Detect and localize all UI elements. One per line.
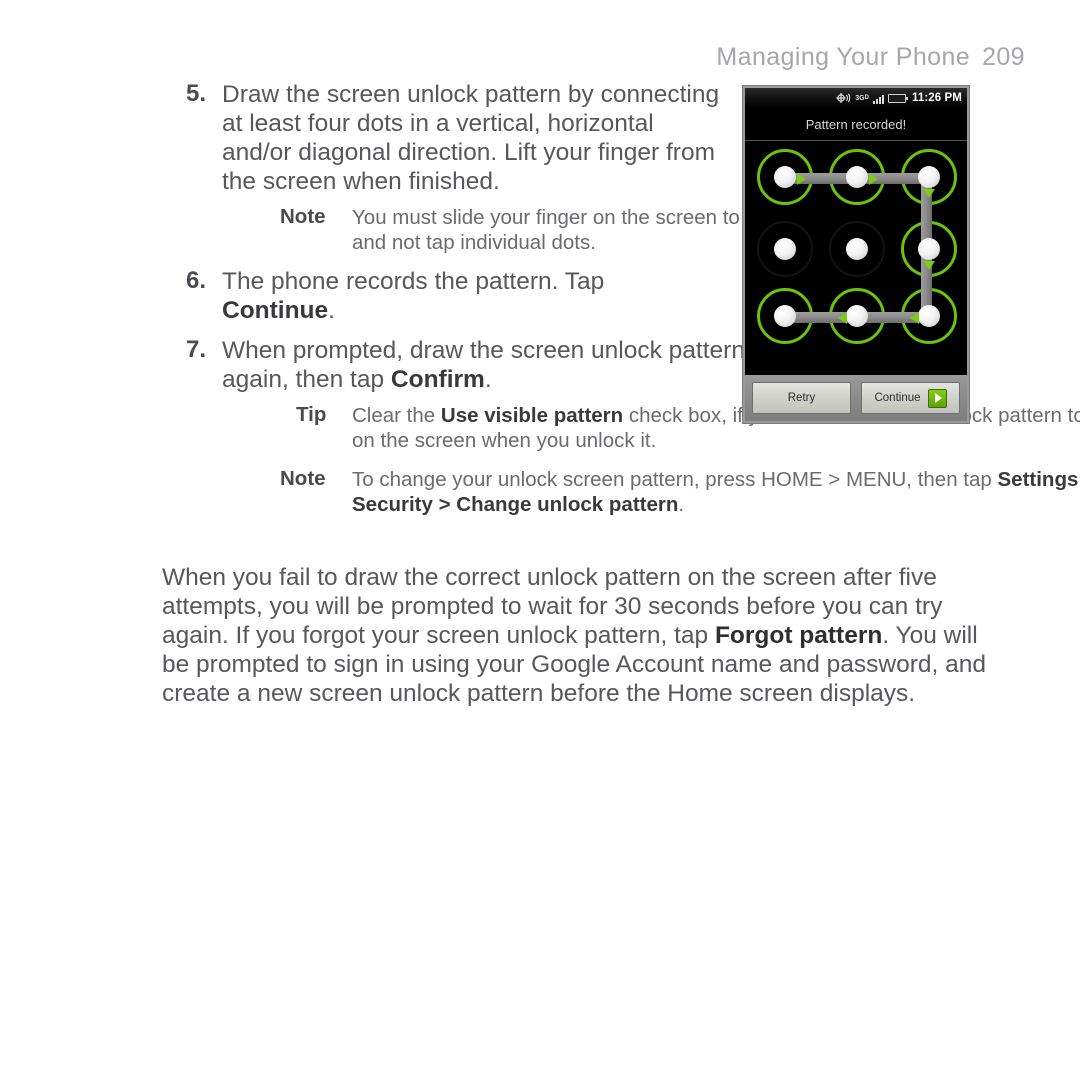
pattern-arrow-6-down bbox=[923, 261, 935, 270]
phone-button-bar: Retry Continue bbox=[745, 375, 967, 421]
forgot-pattern-emphasis: Forgot pattern bbox=[714, 622, 883, 649]
step-5-text: Draw the screen unlock pattern by connec… bbox=[222, 81, 720, 195]
retry-button-label: Retry bbox=[787, 392, 816, 404]
network-3g-label: 3G bbox=[855, 94, 865, 102]
pattern-dot-1-center bbox=[774, 166, 796, 188]
pattern-grid[interactable] bbox=[753, 147, 961, 355]
pattern-dot-7-center bbox=[774, 305, 796, 327]
closing-paragraph: When you fail to draw the correct unlock… bbox=[162, 564, 986, 707]
network-3g-sub: D bbox=[864, 95, 869, 101]
pattern-dot-5[interactable] bbox=[827, 219, 891, 283]
phone-status-bar: 3G D 11:26 PM bbox=[745, 88, 967, 108]
pattern-arrow-2-right bbox=[869, 173, 878, 185]
step-6-number: 6. bbox=[186, 267, 207, 294]
arrow-right-icon bbox=[927, 388, 947, 408]
note-label-2: Note bbox=[280, 467, 326, 490]
gps-icon bbox=[836, 92, 851, 104]
note-text-2: To change your unlock screen pattern, pr… bbox=[290, 467, 1080, 517]
phone-screenshot-figure: 3G D 11:26 PM Pattern recorded! Retry Co… bbox=[742, 85, 970, 424]
use-visible-pattern-emphasis: Use visible pattern bbox=[440, 404, 624, 427]
pattern-dot-4[interactable] bbox=[755, 219, 819, 283]
step-6-text: The phone records the pattern. Tap Conti… bbox=[222, 268, 605, 324]
pattern-arrow-3-down bbox=[923, 189, 935, 198]
signal-bars-icon bbox=[872, 93, 884, 104]
phone-screen: 3G D 11:26 PM Pattern recorded! Retry Co… bbox=[745, 88, 967, 421]
note-step-7: Note To change your unlock screen patter… bbox=[222, 467, 1080, 517]
tip-label: Tip bbox=[296, 403, 327, 426]
retry-button[interactable]: Retry bbox=[752, 382, 851, 414]
pattern-dot-9-center bbox=[918, 305, 940, 327]
pattern-arrow-1-right bbox=[797, 173, 806, 185]
pattern-dot-4-center bbox=[774, 238, 796, 260]
pattern-dot-6-center bbox=[918, 238, 940, 260]
continue-button-label: Continue bbox=[874, 392, 921, 404]
manual-page: Managing Your Phone 209 5. Draw the scree… bbox=[0, 0, 1080, 1080]
settings-path-emphasis: Settings > Security > Change unlock patt… bbox=[352, 468, 1080, 516]
pattern-dot-3-center bbox=[918, 166, 940, 188]
pattern-grid-area[interactable] bbox=[745, 141, 967, 375]
note-label: Note bbox=[280, 205, 326, 228]
step-7-text: When prompted, draw the screen unlock pa… bbox=[222, 337, 745, 393]
confirm-emphasis: Confirm bbox=[390, 366, 485, 393]
continue-emphasis: Continue bbox=[222, 297, 329, 324]
pattern-arrow-8-left bbox=[838, 312, 847, 324]
network-3g-icon: 3G D bbox=[855, 95, 869, 102]
header-title: Managing Your Phone bbox=[716, 43, 971, 71]
continue-button[interactable]: Continue bbox=[861, 382, 960, 414]
pattern-dot-2-center bbox=[846, 166, 868, 188]
pattern-dot-8-center bbox=[846, 305, 868, 327]
battery-icon bbox=[887, 93, 908, 103]
status-bar-clock: 11:26 PM bbox=[911, 92, 962, 104]
pattern-arrow-9-left bbox=[910, 312, 919, 324]
page-number: 209 bbox=[982, 43, 1025, 71]
pattern-dot-5-center bbox=[846, 238, 868, 260]
page-header: Managing Your Phone 209 bbox=[716, 43, 1025, 72]
pattern-status-message: Pattern recorded! bbox=[745, 108, 967, 141]
step-7-number: 7. bbox=[186, 336, 207, 363]
step-5-number: 5. bbox=[186, 80, 207, 107]
